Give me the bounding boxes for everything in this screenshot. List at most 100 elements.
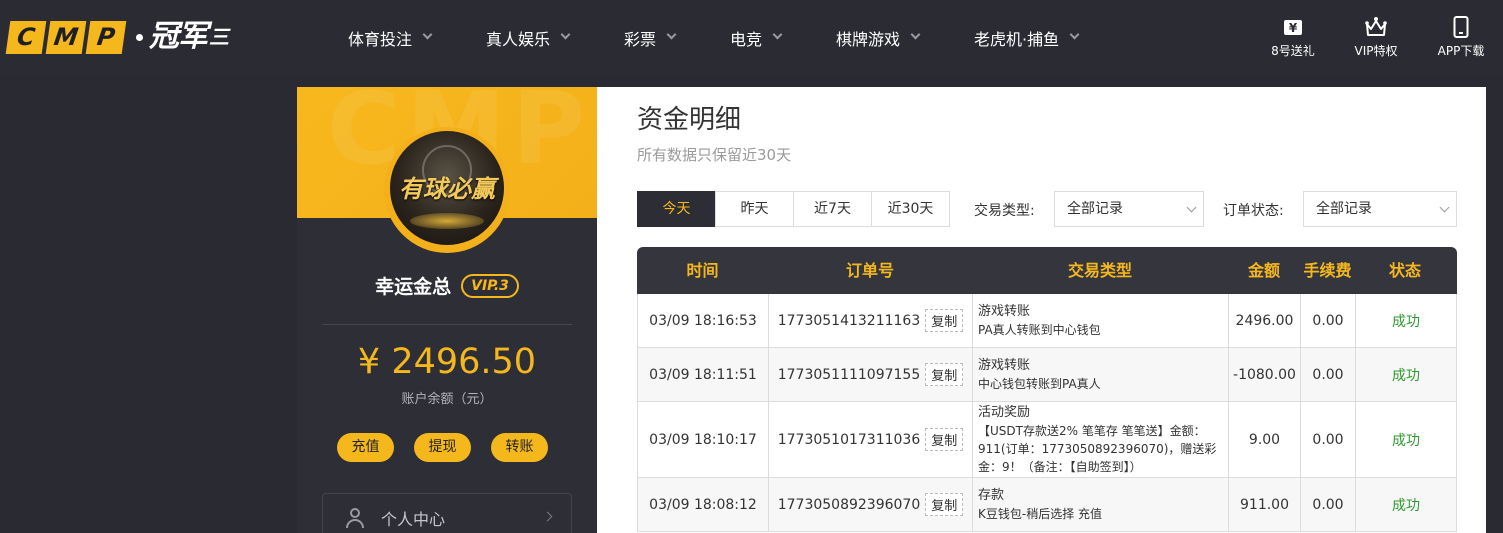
cell-status: 成功 xyxy=(1392,497,1420,514)
phone-icon xyxy=(1421,16,1501,38)
type-detail: PA真人转账到中心钱包 xyxy=(978,323,1101,337)
cell-status: 成功 xyxy=(1392,432,1420,449)
gift-yen-icon: ¥ xyxy=(1253,16,1333,38)
sidebar-item-personal-center[interactable]: 个人中心 xyxy=(322,493,572,533)
copy-button[interactable]: 复制 xyxy=(925,309,964,332)
cell-order: 1773050892396070 复制 xyxy=(769,478,973,531)
order-number: 1773051017311036 xyxy=(777,431,921,448)
nav-item-label: 电竞 xyxy=(730,29,763,49)
order-number: 1773051413211163 xyxy=(777,312,921,329)
crown-icon xyxy=(1336,16,1416,38)
type-detail: 中心钱包转账到PA真人 xyxy=(978,377,1101,391)
main-content: 资金明细 所有数据只保留近30天 今天 昨天 近7天 近30天 交易类型: 全部… xyxy=(597,87,1486,533)
tab-today[interactable]: 今天 xyxy=(637,191,716,227)
tab-last-7-days[interactable]: 近7天 xyxy=(793,191,872,227)
logo-letter-c: C xyxy=(5,20,47,54)
type-detail: 【USDT存款送2% 笔笔存 笔笔送】金额：911(订单：17730508923… xyxy=(978,424,1217,474)
balance-label: 账户余额（元） xyxy=(401,392,493,407)
nav-item-sports[interactable]: 体育投注 xyxy=(348,0,433,75)
copy-button[interactable]: 复制 xyxy=(925,363,964,386)
type-title: 活动奖励 xyxy=(978,405,1031,420)
type-title: 游戏转账 xyxy=(978,304,1031,319)
avatar-text: 有球必赢 xyxy=(399,174,495,203)
brand-logo[interactable]: C M P 冠军 三 xyxy=(5,19,229,55)
gift-button[interactable]: ¥ 8号送礼 xyxy=(1253,16,1333,59)
vip-label: VIP特权 xyxy=(1354,44,1398,58)
transaction-type-select[interactable]: 全部记录 xyxy=(1054,191,1204,227)
tab-yesterday[interactable]: 昨天 xyxy=(715,191,794,227)
column-header-amount: 金额 xyxy=(1247,261,1280,280)
username: 幸运金总 xyxy=(375,276,452,298)
nav-item-esports[interactable]: 电竞 xyxy=(730,0,783,75)
app-download-label: APP下载 xyxy=(1437,44,1485,58)
nav-item-lottery[interactable]: 彩票 xyxy=(624,0,677,75)
nav-item-label: 棋牌游戏 xyxy=(836,29,901,49)
type-title: 存款 xyxy=(978,488,1005,503)
username-row: 幸运金总 VIP.3 xyxy=(297,272,597,299)
nav-item-live-casino[interactable]: 真人娱乐 xyxy=(486,0,571,75)
transfer-button[interactable]: 转账 xyxy=(491,433,548,462)
cell-time: 03/09 18:16:53 xyxy=(638,294,769,347)
date-range-tabs: 今天 昨天 近7天 近30天 xyxy=(637,191,950,227)
nav-item-label: 老虎机·捕鱼 xyxy=(974,29,1060,49)
cell-order: 1773051017311036 复制 xyxy=(769,402,973,477)
order-status-select[interactable]: 全部记录 xyxy=(1303,191,1457,227)
table-row: 03/09 18:16:53 1773051413211163 复制 游戏转账 P… xyxy=(637,294,1457,348)
gift-label: 8号送礼 xyxy=(1271,44,1315,58)
divider xyxy=(322,324,572,325)
cell-time: 03/09 18:08:12 xyxy=(638,478,769,531)
nav-item-label: 真人娱乐 xyxy=(486,29,551,49)
cell-status: 成功 xyxy=(1392,313,1420,330)
nav-item-card-games[interactable]: 棋牌游戏 xyxy=(836,0,921,75)
account-balance: ¥ 2496.50 xyxy=(357,342,537,382)
user-panel: CMP 有球必赢 幸运金总 VIP.3 ¥ 2496.50 账户余额（元） 充值… xyxy=(297,87,597,533)
cell-amount: 2496.00 xyxy=(1229,294,1301,347)
cell-fee: 0.00 xyxy=(1301,294,1356,347)
logo-dot xyxy=(136,33,143,41)
svg-text:¥: ¥ xyxy=(1289,21,1298,35)
copy-button[interactable]: 复制 xyxy=(925,493,964,516)
avatar-glow xyxy=(410,213,484,229)
cell-type: 游戏转账中心钱包转账到PA真人 xyxy=(973,348,1229,401)
cell-amount: -1080.00 xyxy=(1229,348,1301,401)
column-header-fee: 手续费 xyxy=(1303,261,1352,280)
vip-privileges-button[interactable]: VIP特权 xyxy=(1336,16,1416,59)
table-row: 03/09 18:11:51 1773051111097155 复制 游戏转账中… xyxy=(637,348,1457,402)
chevron-right-icon xyxy=(542,511,553,522)
app-download-button[interactable]: APP下载 xyxy=(1421,16,1501,59)
transactions-table: 时间 订单号 交易类型 金额 手续费 状态 03/09 18:16:53 177… xyxy=(637,247,1457,532)
cell-fee: 0.00 xyxy=(1301,402,1356,477)
page-subtitle: 所有数据只保留近30天 xyxy=(637,146,792,164)
logo-tail-mark: 三 xyxy=(209,25,229,49)
logo-chinese-text: 冠军 xyxy=(149,19,208,54)
cell-amount: 911.00 xyxy=(1229,478,1301,531)
deposit-button[interactable]: 充值 xyxy=(337,433,394,462)
cell-fee: 0.00 xyxy=(1301,478,1356,531)
copy-button[interactable]: 复制 xyxy=(925,428,964,451)
tab-last-30-days[interactable]: 近30天 xyxy=(871,191,950,227)
table-row: 03/09 18:08:12 1773050892396070 复制 存款 K豆钱… xyxy=(637,478,1457,532)
cell-order: 1773051111097155 复制 xyxy=(769,348,973,401)
chevron-down-icon xyxy=(1186,202,1197,213)
nav-item-label: 体育投注 xyxy=(348,29,413,49)
withdraw-button[interactable]: 提现 xyxy=(414,433,471,462)
cell-type: 游戏转账 PA真人转账到中心钱包 xyxy=(973,294,1229,347)
order-number: 1773051111097155 xyxy=(777,366,921,383)
type-title: 游戏转账 xyxy=(978,358,1031,373)
vip-badge: VIP.3 xyxy=(461,273,519,298)
chevron-down-icon xyxy=(772,29,783,40)
column-header-status: 状态 xyxy=(1388,261,1421,280)
order-status-label: 订单状态: xyxy=(1223,203,1284,219)
cell-fee: 0.00 xyxy=(1301,348,1356,401)
avatar[interactable]: 有球必赢 xyxy=(390,131,504,245)
table-header: 时间 订单号 交易类型 金额 手续费 状态 xyxy=(637,247,1457,294)
cell-status: 成功 xyxy=(1392,367,1420,384)
cell-type: 存款 K豆钱包-稍后选择 充值 xyxy=(973,478,1229,531)
sidebar-item-label: 个人中心 xyxy=(381,510,446,529)
chevron-down-icon xyxy=(1069,29,1080,40)
nav-item-label: 彩票 xyxy=(624,29,657,49)
select-value: 全部记录 xyxy=(1316,201,1372,217)
type-detail: K豆钱包-稍后选择 充值 xyxy=(978,507,1103,521)
column-header-time: 时间 xyxy=(686,261,719,280)
nav-item-slots-fishing[interactable]: 老虎机·捕鱼 xyxy=(974,0,1080,75)
